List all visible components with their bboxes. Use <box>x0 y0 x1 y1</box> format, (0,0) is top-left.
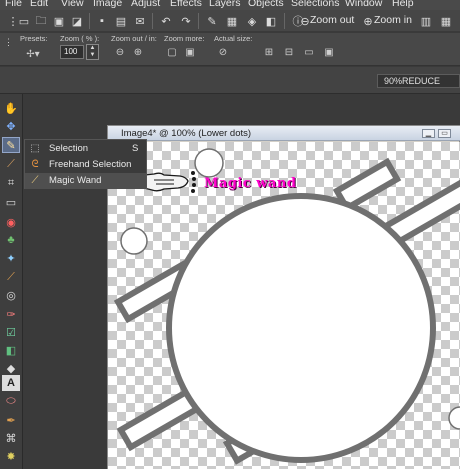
dropper-tool-icon[interactable]: ⟋ <box>2 156 20 172</box>
small-dot <box>120 227 148 255</box>
toolbar-separator <box>198 13 199 29</box>
zoom-label: Zoom ( % ): <box>60 34 100 43</box>
selection-icon: ⬚ <box>30 143 40 154</box>
open-folder-icon[interactable]: 🗀 <box>33 13 49 29</box>
menu-adjust[interactable]: Adjust <box>131 0 160 9</box>
text-tool-icon[interactable]: A <box>2 375 20 391</box>
tools-palette: ✋ ✥ ✎ ⟋ ⌗ ▭ ◉ ♣ ✦ ⟋ ◎ ✑ ☑ ◧ ◆ A ⬭ ✒ ⌘ ✸ <box>0 94 23 469</box>
redo-icon[interactable]: ↷ <box>178 13 194 29</box>
undo-icon[interactable]: ↶ <box>158 13 174 29</box>
flyout-item-shortcut: S <box>132 143 139 154</box>
flyout-item-label: Freehand Selection <box>49 159 132 170</box>
maximize-icon[interactable]: ▭ <box>438 129 451 138</box>
toolbar-separator <box>284 13 285 29</box>
straighten-tool-icon[interactable]: ▭ <box>2 194 20 210</box>
menu-view[interactable]: View <box>61 0 84 9</box>
scratch-remover-icon[interactable]: ✦ <box>2 250 20 266</box>
flyout-item-freehand-selection[interactable]: ᘓ Freehand Selection <box>25 157 146 173</box>
paint-brush-icon[interactable]: ⟋ <box>2 269 20 285</box>
standard-toolbar: ⋮ ▭ 🗀 ▣ ◪ ▪ ▤ ✉ ↶ ↷ ✎ ▦ ◈ ◧ ⓘ ⊖ Zoom out… <box>0 10 460 32</box>
picture-tube-icon[interactable]: ✸ <box>2 448 20 464</box>
stepper-up-icon[interactable]: ▲ <box>87 45 98 52</box>
grid-icon[interactable]: ▦ <box>438 13 454 29</box>
zoom-input[interactable]: 100 <box>60 45 84 59</box>
zoom-in-label[interactable]: Zoom in <box>374 14 412 26</box>
zoom-stepper[interactable]: ▲ ▼ <box>86 44 99 60</box>
fit-window-icon[interactable]: ⊞ <box>262 45 276 59</box>
toolbar-separator <box>152 13 153 29</box>
menu-layers[interactable]: Layers <box>209 0 241 9</box>
actual-size-button[interactable]: ⊘ <box>216 45 230 59</box>
flyout-item-label: Selection <box>49 143 89 154</box>
shape-tool-icon[interactable]: ⬭ <box>2 393 20 409</box>
menu-window[interactable]: Window <box>345 0 382 9</box>
zoom-in-button[interactable]: ⊕ <box>131 45 145 59</box>
materials-icon[interactable]: ◧ <box>263 13 279 29</box>
eraser-tool-icon[interactable]: ◆ <box>2 360 20 376</box>
menu-file[interactable]: File <box>5 0 22 9</box>
presets-label: Presets: <box>20 34 48 43</box>
stepper-down-icon[interactable]: ▼ <box>87 52 98 59</box>
menu-effects[interactable]: Effects <box>170 0 202 9</box>
crop-tool-icon[interactable]: ⌗ <box>2 175 20 191</box>
save-icon[interactable]: ▪ <box>94 13 110 29</box>
freehand-selection-icon: ᘓ <box>31 159 39 170</box>
magic-wand-annotation: Magic wand <box>204 176 297 191</box>
new-file-icon[interactable]: ▭ <box>16 13 32 29</box>
presets-dropdown[interactable]: ✢▾ <box>26 47 40 61</box>
toolbar-separator <box>89 13 90 29</box>
flyout-item-label: Magic Wand <box>49 175 102 186</box>
zoom-out-in-label: Zoom out / in: <box>111 34 157 43</box>
actual-size-label: Actual size: <box>214 34 253 43</box>
warp-tool-icon[interactable]: ⌘ <box>2 430 20 446</box>
zoom-more-out-button[interactable]: ▢ <box>165 45 179 59</box>
image-title-bar[interactable]: Image4* @ 100% (Lower dots) ▁ ▭ <box>108 126 460 141</box>
zoom-out-button[interactable]: ⊖ <box>113 45 127 59</box>
selection-tool-icon[interactable]: ✎ <box>2 137 20 153</box>
fit-screen-icon[interactable]: ▭ <box>302 45 316 59</box>
browse-icon[interactable]: ▣ <box>51 13 67 29</box>
grip-icon: ⋮ <box>4 37 13 47</box>
email-icon[interactable]: ✉ <box>132 13 148 29</box>
preset-selector[interactable]: 90%REDUCE <box>377 74 460 88</box>
pick-tool-icon[interactable]: ✥ <box>2 118 20 134</box>
dodge-tool-icon[interactable]: ✑ <box>2 306 20 322</box>
fullscreen-icon[interactable]: ▣ <box>322 45 336 59</box>
options-icon[interactable]: ▥ <box>418 13 434 29</box>
small-dot <box>448 406 460 430</box>
clone-tool-icon[interactable]: ♣ <box>2 232 20 248</box>
image-title: Image4* @ 100% (Lower dots) <box>121 128 252 139</box>
menu-edit[interactable]: Edit <box>30 0 48 9</box>
menu-help[interactable]: Help <box>392 0 414 9</box>
menu-image[interactable]: Image <box>93 0 122 9</box>
zoom-more-label: Zoom more: <box>164 34 205 43</box>
red-eye-tool-icon[interactable]: ◉ <box>2 214 20 230</box>
tool-options-bar: ⋮ Presets: ✢▾ Zoom ( % ): 100 ▲ ▼ Zoom o… <box>0 33 460 66</box>
flyout-item-selection[interactable]: ⬚ Selection S <box>25 141 146 157</box>
pen-tool-icon[interactable]: ✒ <box>2 412 20 428</box>
flood-fill-icon[interactable]: ◧ <box>2 342 20 358</box>
color-replacer-icon[interactable]: ☑ <box>2 324 20 340</box>
menu-objects[interactable]: Objects <box>248 0 284 9</box>
zoom-more-in-button[interactable]: ▣ <box>183 45 197 59</box>
paste-icon[interactable]: ▦ <box>224 13 240 29</box>
large-circle <box>166 193 436 463</box>
layers-icon[interactable]: ◈ <box>244 13 260 29</box>
minimize-icon[interactable]: ▁ <box>422 129 435 138</box>
lighten-darken-icon[interactable]: ◎ <box>2 287 20 303</box>
flyout-item-magic-wand[interactable]: ⟋ Magic Wand <box>25 173 146 189</box>
scan-icon[interactable]: ◪ <box>69 13 85 29</box>
selection-tools-flyout: ⬚ Selection S ᘓ Freehand Selection ⟋ Mag… <box>24 139 147 189</box>
palette-bar: 90%REDUCE <box>0 67 460 94</box>
pan-tool-icon[interactable]: ✋ <box>2 100 20 116</box>
menu-bar: File Edit View Image Adjust Effects Laye… <box>0 0 460 10</box>
magic-wand-icon: ⟋ <box>31 175 39 186</box>
zoom-out-label[interactable]: Zoom out <box>310 14 354 26</box>
fit-image-icon[interactable]: ⊟ <box>282 45 296 59</box>
crop-copy-icon[interactable]: ✎ <box>204 13 220 29</box>
print-icon[interactable]: ▤ <box>113 13 129 29</box>
menu-selections[interactable]: Selections <box>291 0 339 9</box>
